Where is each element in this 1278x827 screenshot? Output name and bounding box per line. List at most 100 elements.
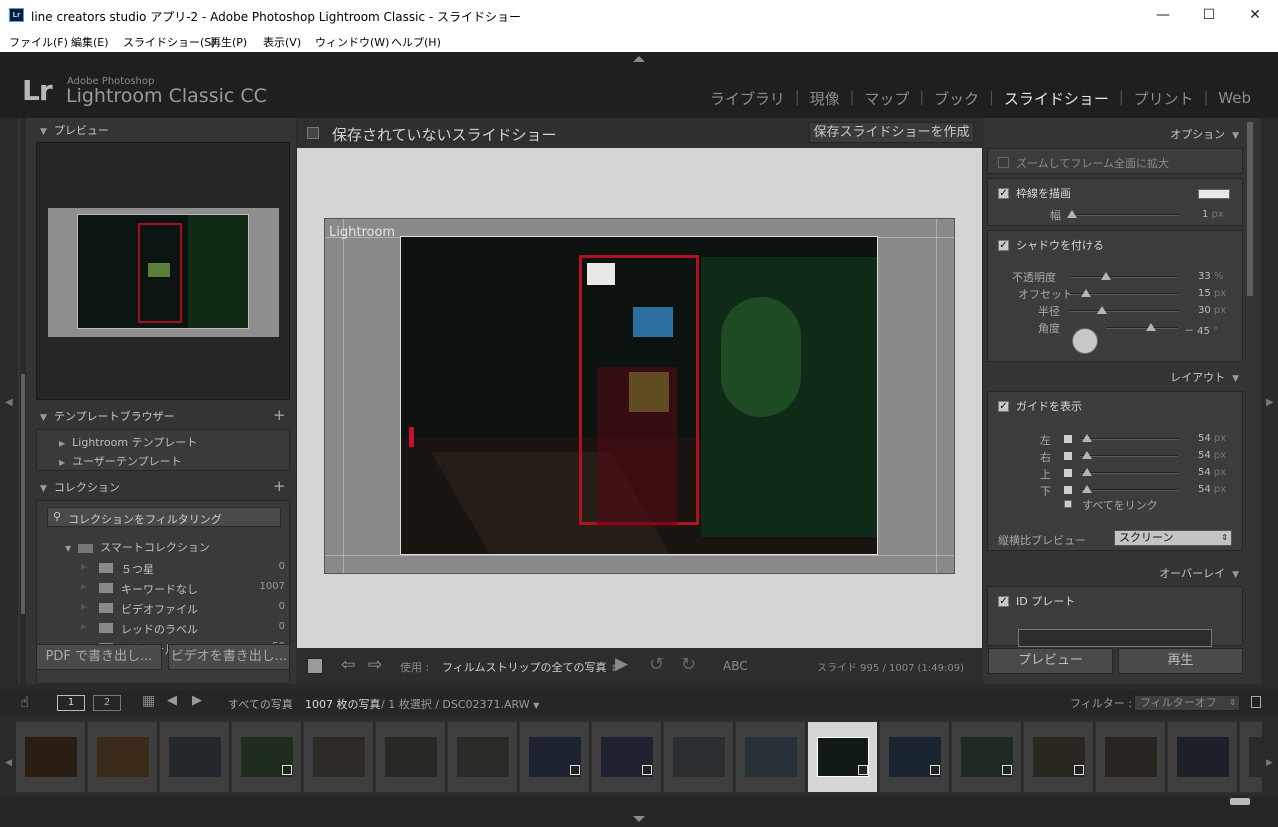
export-pdf-button[interactable]: PDF で書き出し...	[36, 644, 162, 670]
filmstrip-thumbnail[interactable]	[520, 722, 590, 792]
next-slide-icon[interactable]: ⇨	[368, 655, 382, 675]
guide-link-checkbox[interactable]	[1064, 452, 1072, 460]
guide-slider-thumb[interactable]	[1082, 485, 1092, 493]
radius-slider-thumb[interactable]	[1097, 306, 1108, 314]
menu-file[interactable]: ファイル(F)	[9, 34, 68, 50]
preview-button[interactable]: プレビュー	[988, 648, 1113, 674]
filmstrip-thumbnail[interactable]	[1240, 722, 1262, 792]
export-video-button[interactable]: ビデオを書き出し...	[168, 644, 290, 670]
stroke-color-swatch[interactable]	[1198, 189, 1230, 199]
offset-slider-thumb[interactable]	[1081, 289, 1092, 297]
guide-link-checkbox[interactable]	[1064, 435, 1072, 443]
collection-item[interactable]: ▶ キーワードなし 1007	[81, 579, 285, 597]
collapse-top-panel-icon[interactable]	[633, 56, 645, 62]
filter-lock-icon[interactable]	[1251, 696, 1261, 708]
preview-panel-header[interactable]: ▼ プレビュー	[40, 122, 109, 142]
width-slider-thumb[interactable]	[1067, 210, 1078, 218]
module-0[interactable]: ライブラリ	[700, 88, 795, 109]
minimize-button[interactable]: —	[1140, 0, 1186, 30]
options-header[interactable]: オプション ▼	[1170, 126, 1239, 146]
module-1[interactable]: 現像	[800, 88, 850, 109]
opacity-slider-thumb[interactable]	[1100, 272, 1111, 280]
guide-link-checkbox[interactable]	[1064, 486, 1072, 494]
close-button[interactable]: ✕	[1232, 0, 1278, 30]
menu-play[interactable]: 再生(P)	[210, 34, 247, 50]
collection-item[interactable]: ▶ ５つ星 0	[81, 559, 285, 577]
zoom-fill-checkbox[interactable]	[998, 157, 1009, 168]
play-button[interactable]: 再生	[1118, 648, 1243, 674]
filmstrip-thumbnail[interactable]	[952, 722, 1022, 792]
filmstrip-thumbnail[interactable]	[160, 722, 230, 792]
stop-button[interactable]	[307, 658, 323, 674]
maximize-button[interactable]: ☐	[1186, 0, 1232, 30]
collections-header[interactable]: ▼ コレクション	[40, 479, 120, 499]
left-panel-scrollbar[interactable]	[21, 374, 25, 614]
guide-bottom[interactable]	[325, 555, 954, 556]
guide-left[interactable]	[343, 219, 344, 573]
rotate-right-icon[interactable]: ↻	[681, 654, 696, 675]
guide-slider[interactable]	[1080, 438, 1178, 440]
add-template-icon[interactable]: +	[273, 406, 286, 424]
guide-slider[interactable]	[1080, 489, 1178, 491]
filmstrip-thumbnail[interactable]	[1096, 722, 1166, 792]
add-collection-icon[interactable]: +	[273, 477, 286, 495]
filmstrip-thumbnail[interactable]	[592, 722, 662, 792]
filmstrip-thumbnail[interactable]	[664, 722, 734, 792]
filmstrip-thumbnail[interactable]	[304, 722, 374, 792]
module-3[interactable]: ブック	[924, 88, 989, 109]
use-source-select[interactable]: フィルムストリップの全ての写真 ⇕	[442, 659, 618, 675]
slide-photo[interactable]	[400, 236, 878, 555]
filmstrip-thumbnail[interactable]	[808, 722, 878, 792]
collection-filter-input[interactable]: ⚲ コレクションをフィルタリング	[47, 507, 281, 527]
filmstrip-right-arrow-icon[interactable]: ▶	[1266, 758, 1273, 768]
add-text-button[interactable]: ABC	[723, 659, 748, 673]
filmstrip-thumbnail[interactable]	[1168, 722, 1238, 792]
angle-dial[interactable]	[1072, 328, 1098, 354]
collapse-bottom-panel-icon[interactable]	[633, 816, 645, 822]
id-plate-preview[interactable]	[1018, 629, 1212, 647]
template-folder-user[interactable]: ▶ ユーザーテンプレート	[59, 453, 182, 469]
show-guides-checkbox[interactable]: ✓	[998, 401, 1009, 412]
hand-icon[interactable]: ☝	[20, 693, 29, 711]
guide-slider-thumb[interactable]	[1082, 468, 1092, 476]
module-6[interactable]: Web	[1208, 89, 1261, 107]
aspect-preview-select[interactable]: スクリーン ⇕	[1114, 530, 1232, 546]
guide-slider[interactable]	[1080, 472, 1178, 474]
back-arrow-icon[interactable]: ◀	[167, 693, 177, 708]
collection-item[interactable]: ▶ レッドのラベル 0	[81, 619, 285, 637]
menu-help[interactable]: ヘルプ(H)	[391, 34, 441, 50]
rotate-left-icon[interactable]: ↺	[649, 654, 664, 675]
menu-edit[interactable]: 編集(E)	[71, 34, 109, 50]
filmstrip-thumbnail[interactable]	[448, 722, 518, 792]
module-2[interactable]: マップ	[854, 88, 919, 109]
menu-slideshow[interactable]: スライドショー(S)	[123, 34, 216, 50]
guide-slider-thumb[interactable]	[1082, 451, 1092, 459]
opacity-slider[interactable]	[1070, 276, 1178, 278]
filmstrip-thumbnail[interactable]	[16, 722, 86, 792]
grid-view-icon[interactable]: ▦	[142, 693, 155, 709]
angle-slider[interactable]	[1106, 327, 1178, 329]
stroke-border-checkbox[interactable]: ✓	[998, 188, 1009, 199]
filmstrip-thumbnail[interactable]	[376, 722, 446, 792]
link-all-checkbox[interactable]	[1064, 500, 1072, 508]
layout-header[interactable]: レイアウト ▼	[1170, 369, 1239, 389]
filmstrip-thumbnail[interactable]	[232, 722, 302, 792]
module-5[interactable]: プリント	[1124, 88, 1204, 109]
secondary-window-button[interactable]: 2	[93, 695, 121, 711]
radius-slider[interactable]	[1070, 310, 1178, 312]
template-browser-header[interactable]: ▼ テンプレートブラウザー	[40, 408, 175, 428]
id-plate-checkbox[interactable]: ✓	[998, 596, 1009, 607]
left-panel-toggle-icon[interactable]: ◀	[5, 397, 13, 408]
module-4[interactable]: スライドショー	[994, 88, 1119, 109]
collection-item[interactable]: ▶ ビデオファイル 0	[81, 599, 285, 617]
smart-collection-folder[interactable]: ▼ スマートコレクション	[65, 539, 210, 555]
guide-link-checkbox[interactable]	[1064, 469, 1072, 477]
previous-slide-icon[interactable]: ⇦	[341, 655, 355, 675]
width-slider[interactable]	[1070, 214, 1178, 216]
filmstrip-thumbnail[interactable]	[880, 722, 950, 792]
menu-view[interactable]: 表示(V)	[263, 34, 301, 50]
guide-slider[interactable]	[1080, 455, 1178, 457]
filmstrip-left-arrow-icon[interactable]: ◀	[5, 758, 12, 768]
filmstrip-source[interactable]: すべての写真	[228, 696, 293, 712]
filter-select[interactable]: フィルターオフ ⇕	[1134, 695, 1240, 711]
